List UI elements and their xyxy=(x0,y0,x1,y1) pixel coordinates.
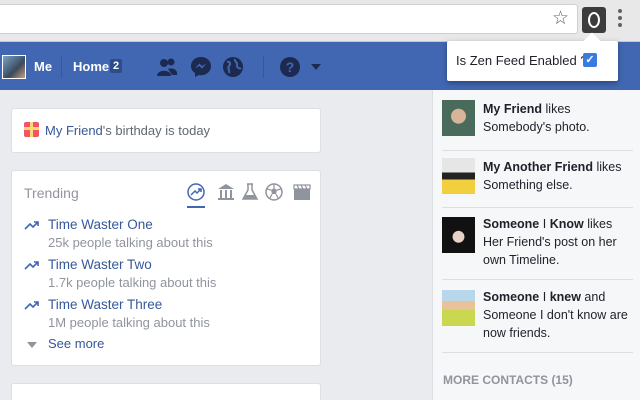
ticker-text: Someone I Know likes Her Friend's post o… xyxy=(483,215,633,269)
zen-feed-checkbox[interactable]: ✓ xyxy=(583,53,597,67)
ticker-actor[interactable]: My Another Friend xyxy=(483,160,593,174)
nav-divider xyxy=(263,56,264,78)
trending-item-title[interactable]: Time Waster Three xyxy=(48,297,162,312)
caret-down-icon[interactable] xyxy=(311,64,321,70)
home-count-badge: 2 xyxy=(110,59,123,73)
ticker-divider xyxy=(442,279,633,280)
extension-popup: Is Zen Feed Enabled ? ✓ xyxy=(447,32,618,81)
trending-item-title[interactable]: Time Waster Two xyxy=(48,257,152,272)
ticker-actor[interactable]: My Friend xyxy=(483,102,542,116)
birthday-suffix: 's birthday is today xyxy=(102,123,211,138)
ticker-thumbnail xyxy=(442,100,475,136)
next-card xyxy=(11,383,321,400)
birthday-friend-link[interactable]: My Friend xyxy=(45,123,103,138)
ticker-connector: I xyxy=(539,290,550,304)
trending-card: Trending Time Waster One 25k people talk… xyxy=(11,170,321,366)
trending-item-count: 1.7k people talking about this xyxy=(48,275,217,290)
active-category-underline xyxy=(187,206,205,208)
trending-item[interactable]: Time Waster One 25k people talking about… xyxy=(24,217,304,253)
zen-feed-extension-icon xyxy=(588,12,600,28)
entertainment-icon[interactable] xyxy=(293,183,311,201)
politics-icon[interactable] xyxy=(217,183,235,201)
ticker-thumbnail xyxy=(442,158,475,194)
gift-icon xyxy=(24,122,39,137)
trending-item-count: 25k people talking about this xyxy=(48,235,213,250)
ticker-actor[interactable]: Someone xyxy=(483,290,539,304)
nav-me-link[interactable]: Me xyxy=(34,59,52,74)
avatar[interactable] xyxy=(2,55,26,79)
zen-feed-label: Is Zen Feed Enabled ? xyxy=(456,53,588,68)
browser-menu-icon[interactable] xyxy=(617,9,623,31)
ticker-actor[interactable]: Someone xyxy=(483,217,539,231)
science-icon[interactable] xyxy=(241,183,259,201)
globe-icon[interactable] xyxy=(222,56,244,78)
trending-item-title[interactable]: Time Waster One xyxy=(48,217,153,232)
trending-item[interactable]: Time Waster Two 1.7k people talking abou… xyxy=(24,257,304,293)
birthday-card: My Friend's birthday is today xyxy=(11,108,321,153)
trend-up-icon xyxy=(24,261,39,270)
nav-divider xyxy=(61,56,62,78)
browser-toolbar: ☆ xyxy=(0,0,640,42)
ticker-thumbnail xyxy=(442,290,475,326)
messenger-icon[interactable] xyxy=(190,56,212,78)
help-icon[interactable]: ? xyxy=(279,56,301,78)
ticker-divider xyxy=(442,150,633,151)
chevron-down-icon xyxy=(27,342,37,348)
nav-home-link[interactable]: Home xyxy=(73,59,109,74)
ticker-actor-2[interactable]: knew xyxy=(550,290,581,304)
ticker-connector: I xyxy=(539,217,550,231)
bookmark-star-icon[interactable]: ☆ xyxy=(552,9,569,29)
trending-item[interactable]: Time Waster Three 1M people talking abou… xyxy=(24,297,304,333)
ticker-text: My Friend likes Somebody's photo. xyxy=(483,100,633,136)
trending-item-count: 1M people talking about this xyxy=(48,315,210,330)
birthday-text: My Friend's birthday is today xyxy=(45,123,210,138)
ticker-text: My Another Friend likes Something else. xyxy=(483,158,633,194)
address-bar[interactable] xyxy=(0,4,578,34)
trend-up-icon xyxy=(24,301,39,310)
trend-up-icon xyxy=(24,221,39,230)
ticker-text: Someone I knew and Someone I don't know … xyxy=(483,288,633,342)
zen-feed-extension-button[interactable] xyxy=(582,7,606,33)
ticker-divider xyxy=(442,352,633,353)
ticker-actor-2[interactable]: Know xyxy=(550,217,584,231)
sports-icon[interactable] xyxy=(265,183,283,201)
svg-text:?: ? xyxy=(286,59,295,75)
trending-icon[interactable] xyxy=(187,183,205,201)
more-contacts-label[interactable]: MORE CONTACTS (15) xyxy=(443,373,573,387)
ticker-divider xyxy=(442,207,633,208)
see-more-link[interactable]: See more xyxy=(48,336,104,351)
friends-icon[interactable] xyxy=(156,56,178,78)
activity-ticker: My Friend likes Somebody's photo. My Ano… xyxy=(432,90,640,400)
trending-title: Trending xyxy=(24,185,79,201)
ticker-thumbnail xyxy=(442,217,475,253)
